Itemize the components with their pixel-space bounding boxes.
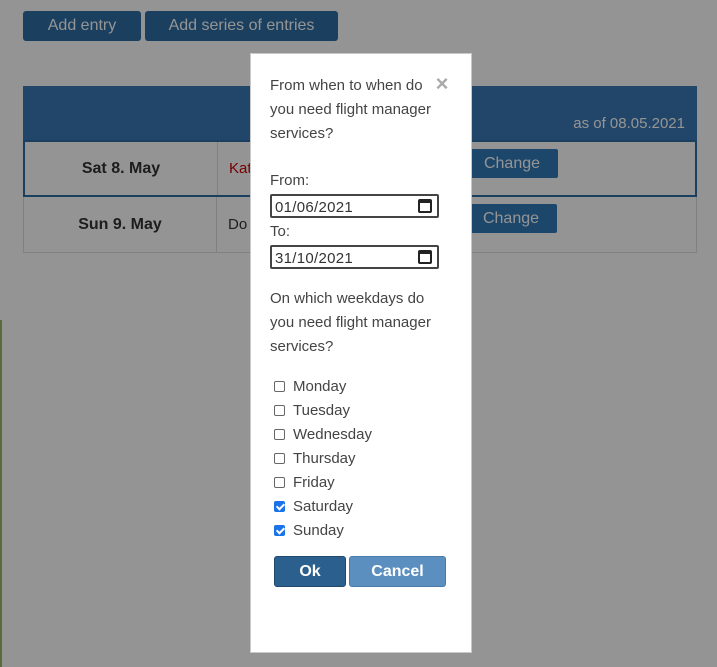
checkbox[interactable] — [274, 404, 285, 416]
cancel-button[interactable]: Cancel — [349, 556, 446, 587]
close-icon[interactable]: × — [434, 73, 450, 95]
to-label: To: — [270, 223, 291, 240]
weekday-label: Friday — [293, 473, 335, 491]
calendar-icon[interactable] — [418, 199, 432, 213]
checkbox-checked[interactable] — [274, 500, 285, 512]
weekday-option-tuesday[interactable]: Tuesday — [274, 400, 350, 420]
weekday-label: Wednesday — [293, 425, 372, 443]
calendar-icon[interactable] — [418, 250, 432, 264]
weekday-label: Sunday — [293, 521, 344, 539]
from-label: From: — [270, 172, 310, 189]
weekday-label: Monday — [293, 377, 347, 395]
weekday-option-monday[interactable]: Monday — [274, 376, 346, 396]
weekday-option-sunday[interactable]: Sunday — [274, 520, 344, 540]
weekday-option-thursday[interactable]: Thursday — [274, 448, 356, 468]
checkbox-checked[interactable] — [274, 524, 285, 536]
ok-button[interactable]: Ok — [274, 556, 346, 587]
weekday-option-wednesday[interactable]: Wednesday — [274, 424, 372, 444]
checkbox[interactable] — [274, 476, 285, 488]
from-date-input[interactable]: 01/06/2021 — [270, 194, 439, 218]
from-date-value: 01/06/2021 — [275, 199, 354, 216]
weekday-question: On which weekdays do you need flight man… — [270, 290, 431, 355]
weekday-option-friday[interactable]: Friday — [274, 472, 335, 492]
checkbox[interactable] — [274, 428, 285, 440]
dialog-title: From when to when do you need flight man… — [270, 77, 431, 142]
checkbox[interactable] — [274, 380, 285, 392]
to-date-input[interactable]: 31/10/2021 — [270, 245, 439, 269]
checkbox[interactable] — [274, 452, 285, 464]
weekday-label: Tuesday — [293, 401, 350, 419]
to-date-value: 31/10/2021 — [275, 250, 354, 267]
page-edge-strip — [0, 320, 2, 667]
weekday-option-saturday[interactable]: Saturday — [274, 496, 353, 516]
weekday-label: Saturday — [293, 497, 354, 515]
weekday-label: Thursday — [293, 449, 356, 467]
date-range-dialog: From when to when do you need flight man… — [250, 53, 472, 653]
